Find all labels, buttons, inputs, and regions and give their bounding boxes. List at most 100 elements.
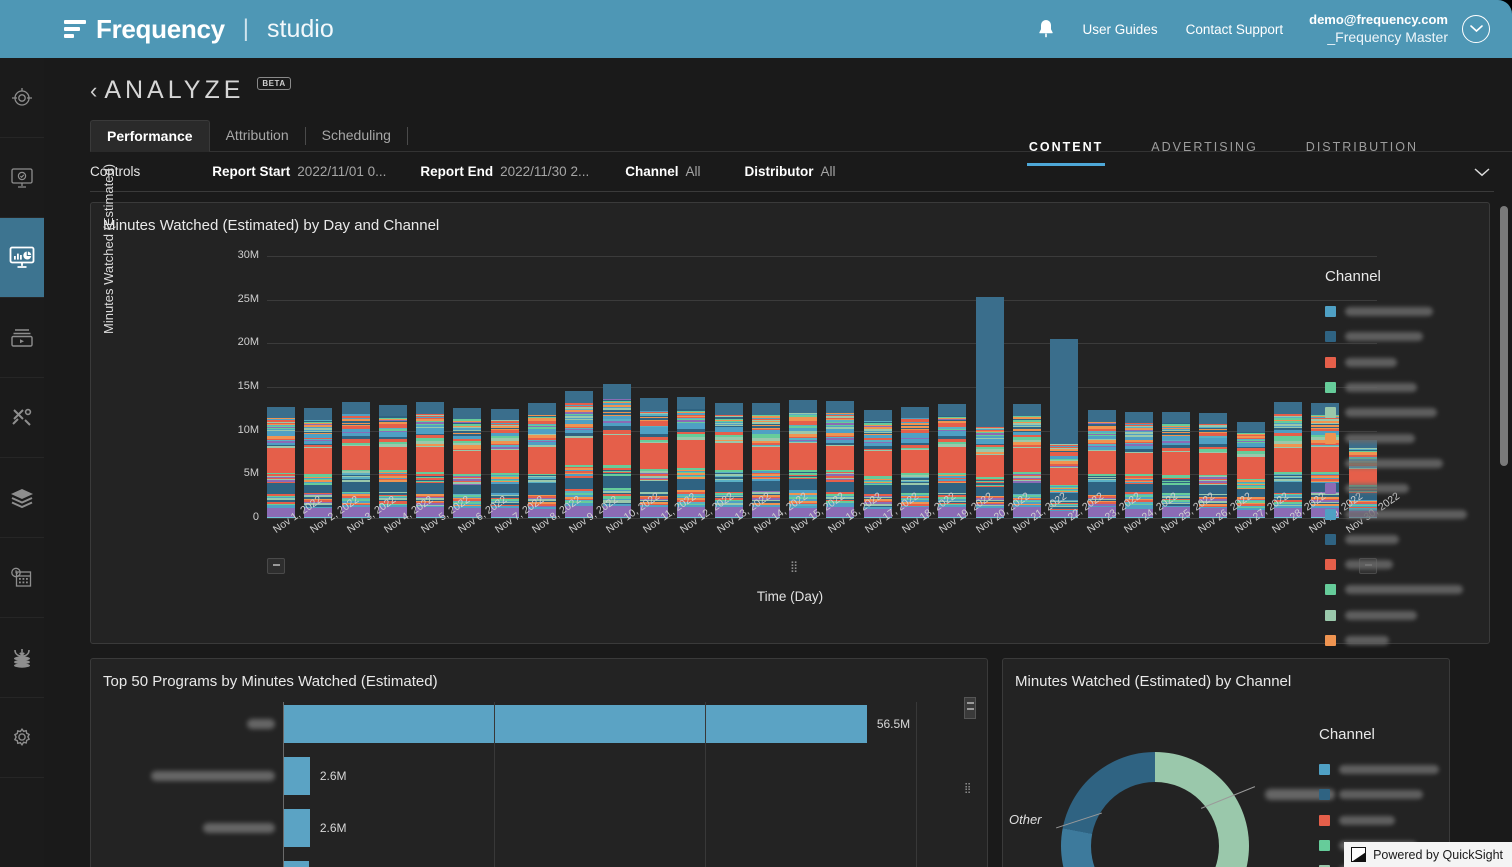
legend-item[interactable]: [1325, 375, 1475, 400]
sidebar-item-schedule[interactable]: [0, 538, 44, 618]
account-email: demo@frequency.com: [1309, 11, 1448, 27]
user-guides-link[interactable]: User Guides: [1069, 22, 1172, 37]
legend-item[interactable]: [1325, 425, 1475, 450]
tab-attribution[interactable]: Attribution: [210, 120, 305, 151]
donut-hole: 416M: [1061, 752, 1249, 867]
tab-scheduling[interactable]: Scheduling: [306, 120, 407, 151]
sidebar-item-target[interactable]: [0, 58, 44, 138]
top50-row[interactable]: 2.5M: [91, 858, 987, 867]
top50-bar[interactable]: [283, 757, 310, 795]
sidebar-item-monitor-check[interactable]: [0, 138, 44, 218]
bar-segment: [789, 479, 818, 491]
scroll-grip[interactable]: ⣿: [790, 560, 799, 573]
sidebar-item-analytics[interactable]: [0, 218, 44, 298]
contact-support-link[interactable]: Contact Support: [1172, 22, 1298, 37]
sidebar-item-data-ingest[interactable]: [0, 618, 44, 698]
legend-swatch: [1319, 814, 1330, 826]
legend-item[interactable]: [1325, 501, 1475, 526]
legend-item[interactable]: [1325, 476, 1475, 501]
hamburger-menu-button[interactable]: [0, 0, 48, 58]
top50-row[interactable]: 56.5M: [91, 702, 987, 746]
bar-segment: [1274, 402, 1303, 415]
nav-tab-advertising[interactable]: ADVERTISING: [1127, 130, 1282, 166]
top50-row[interactable]: 2.6M: [91, 806, 987, 850]
gridline: [705, 702, 706, 867]
legend-item[interactable]: [1325, 299, 1475, 324]
legend-item[interactable]: [1325, 552, 1475, 577]
pan-left-button[interactable]: [267, 558, 285, 574]
top50-bar[interactable]: [283, 861, 309, 867]
bar-column[interactable]: [975, 297, 1004, 518]
gridline: [916, 702, 917, 867]
legend-label-redacted: [1345, 636, 1389, 645]
filter-distributor[interactable]: Distributor All: [744, 164, 835, 179]
controls-collapse-button[interactable]: [1474, 164, 1494, 180]
legend-item[interactable]: [1319, 782, 1441, 807]
legend-item[interactable]: [1325, 527, 1475, 552]
top50-row[interactable]: 2.6M: [91, 754, 987, 798]
chevron-down-icon: [1469, 25, 1483, 33]
top50-bar[interactable]: [283, 705, 867, 743]
legend-swatch: [1325, 407, 1336, 419]
page-scrollbar[interactable]: [1500, 206, 1508, 636]
filter-report-start[interactable]: Report Start 2022/11/01 0...: [212, 164, 386, 179]
scrollbar-thumb[interactable]: [964, 697, 976, 719]
account-menu-button[interactable]: [1462, 15, 1490, 43]
program-label-redacted: [91, 771, 283, 781]
target-icon: [12, 87, 32, 106]
chart-top50[interactable]: 56.5M 2.6M 2.6M 2.5M: [91, 702, 987, 867]
chart-daily[interactable]: Minutes Watched (Estimated) 0 5M 10M 15M 20M…: [91, 164, 1489, 646]
chart-title-daily: Minutes Watched (Estimated) by Day and C…: [103, 217, 440, 234]
top-header-bar: Frequency | studio User Guides Contact S…: [0, 0, 1512, 58]
nav-tab-distribution[interactable]: DISTRIBUTION: [1282, 130, 1442, 166]
sidebar-item-layers[interactable]: [0, 458, 44, 538]
bar-segment: [453, 485, 482, 494]
bar-segment: [602, 383, 631, 399]
legend-item[interactable]: [1325, 603, 1475, 628]
y-axis-title: Minutes Watched (Estimated): [101, 163, 116, 334]
legend-item[interactable]: [1325, 324, 1475, 349]
sidebar-item-video-library[interactable]: [0, 298, 44, 378]
scrollbar-grip[interactable]: ⣿: [964, 783, 971, 794]
top50-bar[interactable]: [283, 809, 310, 847]
legend-item[interactable]: [1319, 808, 1441, 833]
sidebar-item-settings[interactable]: [0, 698, 44, 778]
filter-report-end[interactable]: Report End 2022/11/30 2...: [420, 164, 589, 179]
bar-segment: [789, 443, 818, 470]
notification-bell-icon[interactable]: [1023, 18, 1069, 40]
legend-swatch: [1325, 584, 1336, 596]
bar-segment: [416, 483, 445, 494]
legend-label-redacted: [1339, 815, 1395, 825]
legend-label-redacted: [1345, 357, 1397, 367]
back-chevron-icon[interactable]: ‹: [90, 79, 97, 102]
bar-segment: [490, 409, 519, 421]
legend-label-redacted: [1345, 307, 1433, 317]
bar-segment: [1124, 452, 1153, 475]
app-logo[interactable]: Frequency | studio: [64, 14, 334, 45]
account-info[interactable]: demo@frequency.com _Frequency Master: [1309, 11, 1448, 47]
bar-column[interactable]: [267, 406, 295, 518]
top50-scrollbar[interactable]: ⣿: [963, 697, 977, 867]
chart-donut[interactable]: 416M Other Channel: [1003, 690, 1449, 867]
legend-item[interactable]: [1325, 628, 1475, 653]
donut-center-label: 416M: [1091, 782, 1219, 867]
legend-swatch: [1325, 609, 1336, 621]
sidebar-item-tools[interactable]: [0, 378, 44, 458]
bar-column[interactable]: [1050, 339, 1079, 518]
bar-segment: [1274, 482, 1303, 493]
page-scrollbar-thumb[interactable]: [1500, 206, 1508, 466]
bar-segment: [1274, 447, 1303, 472]
nav-tab-content[interactable]: CONTENT: [1005, 130, 1127, 166]
filter-name: Channel: [625, 164, 679, 179]
filter-channel[interactable]: Channel All: [625, 164, 700, 179]
legend-item[interactable]: [1325, 350, 1475, 375]
legend-item[interactable]: [1325, 451, 1475, 476]
bar-segment: [1199, 453, 1228, 475]
bar-segment: [565, 478, 594, 490]
legend-item[interactable]: [1319, 757, 1441, 782]
bar-segment: [714, 403, 743, 415]
legend-item[interactable]: [1325, 577, 1475, 602]
quicksight-icon: [1351, 847, 1367, 862]
logo-text: Frequency: [96, 13, 225, 44]
legend-item[interactable]: [1325, 400, 1475, 425]
